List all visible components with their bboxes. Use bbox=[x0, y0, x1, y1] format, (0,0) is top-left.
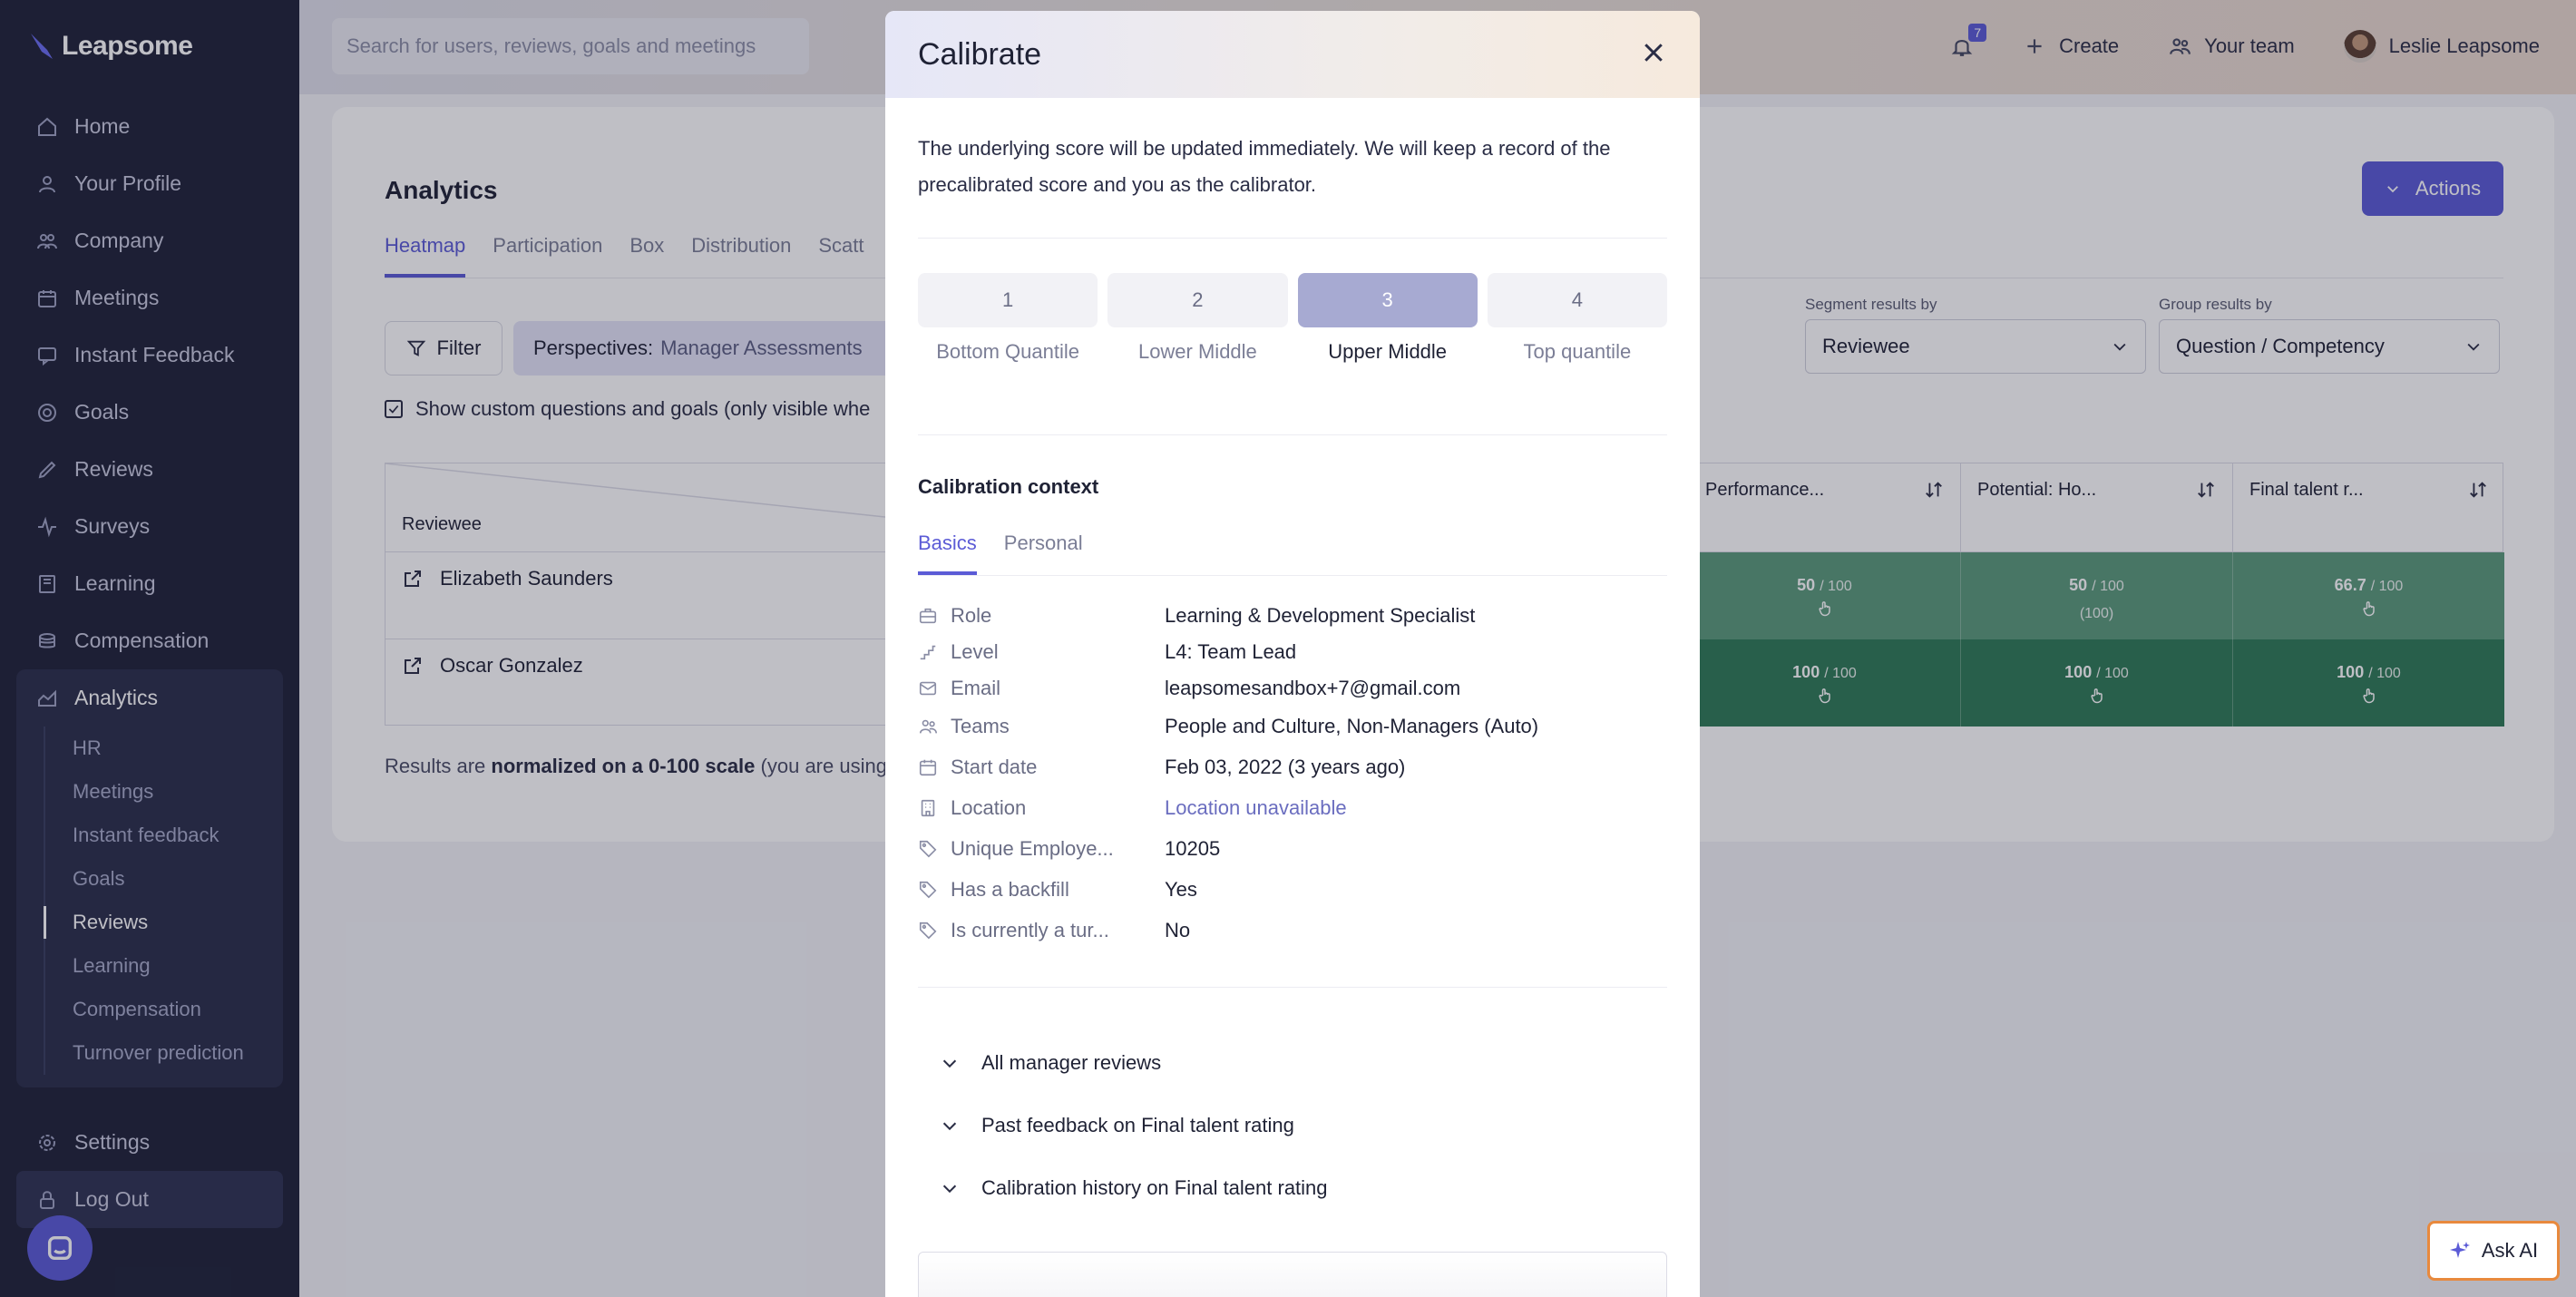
fact-value: Learning & Development Specialist bbox=[1165, 604, 1476, 627]
accordion-all-manager-reviews[interactable]: All manager reviews bbox=[918, 1031, 1667, 1094]
modal-header: Calibrate bbox=[885, 11, 1700, 98]
fact-row-location: Location Location unavailable bbox=[918, 787, 1667, 828]
ask-ai-button[interactable]: Ask AI bbox=[2427, 1221, 2560, 1281]
divider bbox=[918, 434, 1667, 435]
fact-row-employee-id: Unique Employe... 10205 bbox=[918, 828, 1667, 869]
ask-ai-label: Ask AI bbox=[2481, 1239, 2539, 1262]
scale-value: 3 bbox=[1297, 273, 1478, 327]
fact-key: Location bbox=[951, 795, 1027, 819]
divider bbox=[918, 987, 1667, 988]
fact-row-turnover: Is currently a tur... No bbox=[918, 910, 1667, 951]
building-icon bbox=[921, 799, 935, 816]
accordion-calibration-history[interactable]: Calibration history on Final talent rati… bbox=[918, 1156, 1667, 1219]
fact-key: Role bbox=[951, 604, 992, 627]
fact-value: Yes bbox=[1165, 877, 1197, 901]
fact-key: Has a backfill bbox=[951, 877, 1069, 901]
accordion-label: All manager reviews bbox=[981, 1050, 1162, 1074]
fact-key: Email bbox=[951, 677, 1001, 699]
tag-icon bbox=[919, 922, 937, 939]
context-facts: Role Learning & Development Specialist L… bbox=[918, 598, 1667, 951]
chevron-down-icon bbox=[942, 1059, 957, 1068]
calibration-context-title: Calibration context bbox=[918, 475, 1099, 498]
fact-key: Level bbox=[951, 640, 999, 663]
fact-key: Start date bbox=[951, 755, 1038, 778]
briefcase-icon bbox=[919, 608, 937, 624]
scale-label: Top quantile bbox=[1523, 340, 1632, 363]
fact-row-email: Email leapsomesandbox+7@gmail.com bbox=[918, 670, 1667, 707]
fact-value: L4: Team Lead bbox=[1165, 640, 1297, 663]
scale-option-4[interactable]: 4 Top quantile bbox=[1487, 273, 1667, 364]
fact-value: Location unavailable bbox=[1165, 795, 1347, 819]
fact-value: leapsomesandbox+7@gmail.com bbox=[1165, 677, 1461, 699]
accordions: All manager reviews Past feedback on Fin… bbox=[918, 1031, 1667, 1219]
scale-option-1[interactable]: 1 Bottom Quantile bbox=[918, 273, 1098, 364]
scale-option-2[interactable]: 2 Lower Middle bbox=[1107, 273, 1288, 364]
fact-key: Unique Employe... bbox=[951, 836, 1114, 860]
chevron-down-icon bbox=[942, 1185, 957, 1193]
calibration-scale: 1 Bottom Quantile 2 Lower Middle 3 Upper… bbox=[918, 273, 1667, 364]
calendar-icon bbox=[919, 759, 937, 775]
scale-value: 1 bbox=[918, 273, 1098, 327]
fact-value: People and Culture, Non-Managers (Auto) bbox=[1165, 715, 1539, 737]
fact-row-teams: Teams People and Culture, Non-Managers (… bbox=[918, 707, 1667, 746]
modal-title: Calibrate bbox=[918, 36, 1042, 72]
tag-icon bbox=[919, 881, 937, 898]
chevron-down-icon bbox=[942, 1122, 957, 1130]
scale-option-3[interactable]: 3 Upper Middle bbox=[1297, 273, 1478, 364]
divider bbox=[918, 238, 1667, 239]
context-tabs: Basics Personal bbox=[918, 531, 1667, 576]
scale-label: Bottom Quantile bbox=[936, 340, 1079, 363]
fact-key: Is currently a tur... bbox=[951, 918, 1109, 941]
close-icon bbox=[1644, 43, 1663, 62]
accordion-label: Calibration history on Final talent rati… bbox=[981, 1175, 1328, 1199]
close-button[interactable] bbox=[1640, 39, 1667, 71]
tag-icon bbox=[919, 840, 937, 857]
accordion-label: Past feedback on Final talent rating bbox=[981, 1113, 1294, 1136]
fact-row-start-date: Start date Feb 03, 2022 (3 years ago) bbox=[918, 746, 1667, 787]
modal-description: The underlying score will be updated imm… bbox=[918, 137, 1611, 196]
fact-row-level: Level L4: Team Lead bbox=[918, 634, 1667, 670]
modal-body: The underlying score will be updated imm… bbox=[885, 131, 1700, 1219]
accordion-past-feedback[interactable]: Past feedback on Final talent rating bbox=[918, 1094, 1667, 1156]
tab-personal[interactable]: Personal bbox=[1004, 531, 1083, 575]
stairs-icon bbox=[920, 645, 936, 660]
mail-icon bbox=[919, 681, 937, 696]
sparkle-icon bbox=[2449, 1242, 2470, 1258]
calibrate-modal: Calibrate The underlying score will be u… bbox=[885, 11, 1700, 1297]
calibration-comment-box[interactable] bbox=[918, 1252, 1667, 1297]
fact-row-role: Role Learning & Development Specialist bbox=[918, 598, 1667, 634]
team-icon bbox=[919, 719, 937, 734]
fact-value: No bbox=[1165, 918, 1191, 941]
scale-value: 4 bbox=[1487, 273, 1667, 327]
scale-label: Upper Middle bbox=[1328, 340, 1448, 363]
scale-label: Lower Middle bbox=[1137, 340, 1257, 363]
fact-row-backfill: Has a backfill Yes bbox=[918, 869, 1667, 910]
tab-basics[interactable]: Basics bbox=[918, 531, 977, 575]
fact-key: Teams bbox=[951, 715, 1010, 737]
fact-value: Feb 03, 2022 (3 years ago) bbox=[1165, 755, 1406, 778]
scale-value: 2 bbox=[1107, 273, 1288, 327]
fact-value: 10205 bbox=[1165, 836, 1221, 860]
